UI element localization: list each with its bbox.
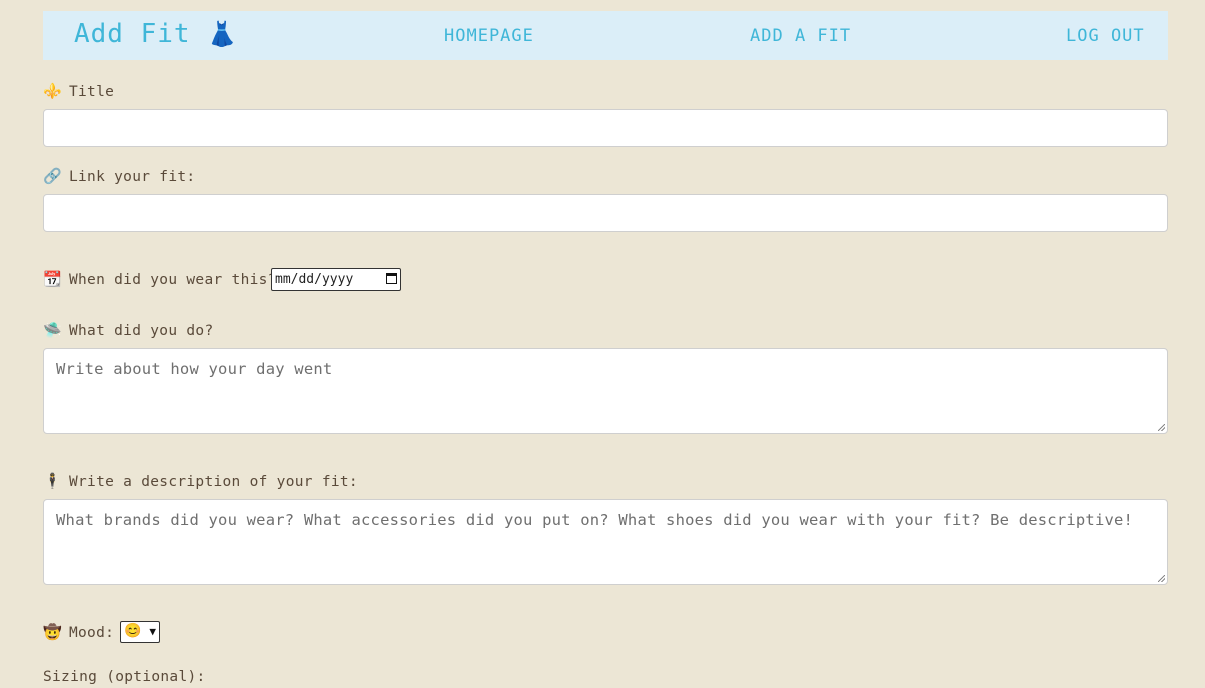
- date-label-text: When did you wear this?: [69, 272, 277, 288]
- dress-icon: 👗: [207, 20, 239, 48]
- chevron-down-icon: ▼: [149, 625, 156, 638]
- nav-logout-link[interactable]: LOG OUT: [1066, 26, 1145, 46]
- link-label: 🔗 Link your fit:: [43, 167, 195, 185]
- description-label: 🕴️ Write a description of your fit:: [43, 472, 358, 490]
- brand[interactable]: Add Fit 👗: [74, 19, 238, 49]
- date-input-value: mm/dd/yyyy: [275, 272, 354, 287]
- brand-title: Add Fit: [74, 19, 191, 49]
- calendar-picker-icon[interactable]: [386, 273, 397, 284]
- date-label: 📆 When did you wear this?: [43, 270, 277, 288]
- mood-select[interactable]: 😊 ▼: [120, 621, 160, 643]
- calendar-icon: 📆: [43, 270, 62, 288]
- title-label: ⚜️ Title: [43, 82, 114, 100]
- title-label-text: Title: [69, 84, 115, 100]
- levitating-man-icon: 🕴️: [43, 472, 62, 490]
- link-label-text: Link your fit:: [69, 169, 196, 185]
- fleur-de-lis-icon: ⚜️: [43, 82, 62, 100]
- nav-add-fit-link[interactable]: ADD A FIT: [750, 26, 851, 46]
- mood-selected-value: 😊: [124, 623, 142, 639]
- resize-handle[interactable]: [1158, 575, 1165, 582]
- description-textarea[interactable]: What brands did you wear? What accessori…: [43, 499, 1168, 585]
- title-input[interactable]: [43, 109, 1168, 147]
- link-input[interactable]: [43, 194, 1168, 232]
- activity-textarea[interactable]: Write about how your day went: [43, 348, 1168, 434]
- activity-label: 🛸 What did you do?: [43, 321, 213, 339]
- navbar: Add Fit 👗 HOMEPAGE ADD A FIT LOG OUT: [43, 11, 1168, 60]
- nav-homepage-link[interactable]: HOMEPAGE: [444, 26, 534, 46]
- activity-label-text: What did you do?: [69, 323, 214, 339]
- description-label-text: Write a description of your fit:: [69, 474, 358, 490]
- sizing-label: Sizing (optional):: [43, 669, 206, 685]
- cowboy-face-icon: 🤠: [43, 623, 62, 641]
- ufo-icon: 🛸: [43, 321, 62, 339]
- mood-label: 🤠 Mood:: [43, 623, 114, 641]
- mood-label-text: Mood:: [69, 625, 115, 641]
- activity-placeholder: Write about how your day went: [56, 360, 333, 378]
- resize-handle[interactable]: [1158, 424, 1165, 431]
- date-input[interactable]: mm/dd/yyyy: [271, 268, 401, 291]
- link-icon: 🔗: [43, 167, 62, 185]
- description-placeholder: What brands did you wear? What accessori…: [56, 511, 1134, 529]
